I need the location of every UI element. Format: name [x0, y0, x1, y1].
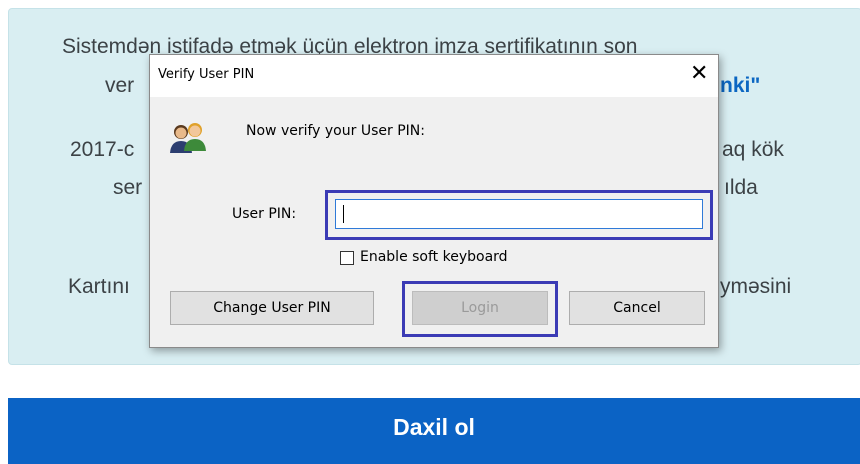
info-text-line-5-start: Kartını: [68, 275, 130, 298]
pin-prompt: Now verify your User PIN:: [246, 123, 425, 139]
info-text-line-4-start: ser: [113, 176, 143, 199]
dialog-titlebar: Verify User PIN ✕: [150, 55, 718, 97]
verify-pin-dialog: Verify User PIN ✕ Now verify your User P…: [149, 54, 719, 348]
dialog-title: Verify User PIN: [158, 67, 255, 82]
users-icon: [170, 123, 206, 153]
info-link-fragment[interactable]: nki": [720, 74, 760, 98]
cancel-button[interactable]: Cancel: [569, 291, 705, 325]
change-user-pin-button[interactable]: Change User PIN: [170, 291, 374, 325]
close-icon[interactable]: ✕: [690, 61, 708, 86]
info-text-line-3-start: 2017-c: [70, 138, 135, 161]
daxil-ol-button[interactable]: Daxil ol: [8, 398, 860, 464]
login-button[interactable]: Login: [412, 291, 548, 325]
info-text-line-3-end: aq kök: [722, 138, 784, 161]
info-text-line-5-end: yməsini: [720, 275, 792, 298]
user-pin-input[interactable]: [335, 199, 703, 229]
user-pin-label: User PIN:: [232, 206, 297, 222]
info-text-line-4-end: ılda: [724, 176, 758, 199]
text-caret: [343, 205, 344, 223]
info-text-line-2-start: ver: [105, 74, 135, 97]
soft-keyboard-label[interactable]: Enable soft keyboard: [360, 249, 508, 265]
soft-keyboard-checkbox[interactable]: [340, 251, 354, 265]
